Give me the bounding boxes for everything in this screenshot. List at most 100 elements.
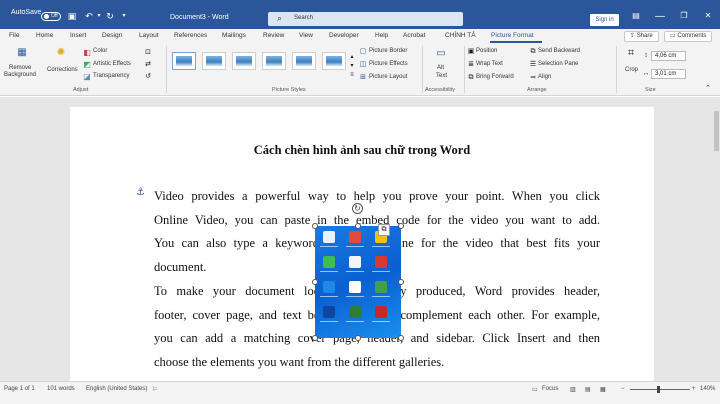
crop-button[interactable]: Crop bbox=[625, 67, 638, 73]
styles-more-icon[interactable]: ≡ bbox=[348, 69, 356, 81]
bring-forward-button[interactable]: Bring Forward bbox=[476, 74, 514, 80]
picture-style-2[interactable] bbox=[202, 52, 226, 70]
tab-picture-format[interactable]: Picture Format bbox=[491, 32, 534, 39]
position-button[interactable]: Position bbox=[476, 48, 497, 54]
desktop-icon bbox=[349, 281, 361, 293]
reset-picture-icon[interactable]: ↺ bbox=[143, 71, 153, 83]
picture-layout-button[interactable]: Picture Layout bbox=[369, 74, 407, 80]
zoom-level[interactable]: 140% bbox=[700, 386, 715, 392]
desktop-icon-label bbox=[320, 271, 338, 272]
alt-text-label-2[interactable]: Text bbox=[436, 73, 447, 79]
picture-border-button[interactable]: Picture Border bbox=[369, 48, 407, 54]
tab-layout[interactable]: Layout bbox=[139, 32, 159, 39]
transparency-button[interactable]: Transparency bbox=[93, 73, 129, 79]
height-input[interactable]: 4,06 cm bbox=[651, 51, 686, 61]
width-input[interactable]: 3,01 cm bbox=[651, 69, 686, 79]
accessibility-check-icon[interactable]: ⚐ bbox=[152, 386, 157, 393]
vertical-scrollbar[interactable] bbox=[713, 97, 720, 381]
artistic-effects-icon: ◩ bbox=[83, 60, 91, 69]
resize-handle-top-right[interactable] bbox=[398, 223, 404, 229]
align-button[interactable]: Align bbox=[538, 74, 551, 80]
zoom-slider-thumb[interactable] bbox=[657, 386, 660, 393]
share-button[interactable]: ⇪ Share bbox=[624, 31, 659, 42]
rotate-handle-icon[interactable]: ↻ bbox=[352, 203, 363, 214]
desktop-icon-label bbox=[346, 246, 364, 247]
ribbon-display-options-icon[interactable]: ▤ bbox=[629, 11, 643, 20]
tab-view[interactable]: View bbox=[299, 32, 313, 39]
redo-icon[interactable]: ↻ bbox=[104, 10, 116, 22]
resize-handle-top-left[interactable] bbox=[312, 223, 318, 229]
desktop-icon-label bbox=[346, 321, 364, 322]
paragraph-line[interactable]: choose the elements you want from the di… bbox=[154, 351, 600, 375]
autosave-toggle[interactable]: Off bbox=[41, 12, 61, 21]
anchor-icon: ⚓ bbox=[136, 187, 145, 198]
tab-developer[interactable]: Developer bbox=[329, 32, 359, 39]
layout-options-icon[interactable]: ⧉ bbox=[378, 224, 390, 236]
close-button[interactable]: ✕ bbox=[701, 11, 715, 20]
picture-effects-button[interactable]: Picture Effects bbox=[369, 61, 408, 67]
resize-handle-bottom[interactable] bbox=[355, 335, 361, 341]
selected-picture[interactable] bbox=[315, 226, 401, 338]
tab-acrobat[interactable]: Acrobat bbox=[403, 32, 425, 39]
web-layout-icon[interactable]: ▦ bbox=[600, 386, 606, 393]
title-bar: AutoSave Off ▣ ↶ ▾ ↻ ▾ Document3 - Word … bbox=[0, 0, 720, 29]
tab-mailings[interactable]: Mailings bbox=[222, 32, 246, 39]
document-heading[interactable]: Cách chèn hình ảnh sau chữ trong Word bbox=[70, 143, 654, 158]
word-count[interactable]: 101 words bbox=[47, 386, 75, 392]
resize-handle-bottom-right[interactable] bbox=[398, 335, 404, 341]
wrap-text-button[interactable]: Wrap Text bbox=[476, 61, 503, 67]
compress-pictures-icon[interactable]: ⊡ bbox=[143, 47, 153, 59]
sign-in-button[interactable]: Sign in bbox=[590, 14, 619, 26]
resize-handle-left[interactable] bbox=[312, 279, 318, 285]
selection-pane-button[interactable]: Selection Pane bbox=[538, 61, 578, 67]
tab-file[interactable]: File bbox=[9, 32, 19, 39]
collapse-ribbon-icon[interactable]: ⌃ bbox=[704, 83, 712, 95]
picture-style-3[interactable] bbox=[232, 52, 256, 70]
alt-text-label-1[interactable]: Alt bbox=[437, 65, 444, 71]
artistic-effects-button[interactable]: Artistic Effects bbox=[93, 61, 131, 67]
color-icon: ◧ bbox=[83, 48, 91, 57]
picture-style-5[interactable] bbox=[292, 52, 316, 70]
picture-style-4[interactable] bbox=[262, 52, 286, 70]
desktop-icon bbox=[375, 306, 387, 318]
tab-design[interactable]: Design bbox=[102, 32, 122, 39]
tab-chinh-ta[interactable]: CHÍNH TẢ bbox=[445, 32, 476, 39]
tab-insert[interactable]: Insert bbox=[70, 32, 86, 39]
save-icon[interactable]: ▣ bbox=[66, 10, 78, 22]
ribbon-tab-bar: File Home Insert Design Layout Reference… bbox=[0, 29, 720, 43]
remove-background-label-2[interactable]: Background bbox=[4, 72, 36, 78]
corrections-button[interactable]: Corrections bbox=[47, 67, 78, 73]
restore-button[interactable]: ❐ bbox=[677, 11, 691, 20]
zoom-slider[interactable] bbox=[630, 389, 690, 390]
search-box[interactable]: ⌕ Search bbox=[268, 12, 463, 26]
page-count[interactable]: Page 1 of 1 bbox=[4, 386, 35, 392]
corrections-icon: ✺ bbox=[56, 47, 66, 58]
color-button[interactable]: Color bbox=[93, 48, 107, 54]
language-status[interactable]: English (United States) bbox=[86, 386, 147, 392]
desktop-icon bbox=[323, 231, 335, 243]
send-backward-button[interactable]: Send Backward bbox=[538, 48, 580, 54]
focus-icon[interactable]: ▭ bbox=[532, 386, 538, 393]
paragraph-line[interactable]: Video provides a powerful way to help yo… bbox=[154, 185, 600, 209]
resize-handle-top[interactable] bbox=[355, 223, 361, 229]
picture-style-6[interactable] bbox=[322, 52, 346, 70]
desktop-icon bbox=[323, 306, 335, 318]
print-layout-icon[interactable]: ▤ bbox=[585, 386, 591, 393]
resize-handle-right[interactable] bbox=[398, 279, 404, 285]
tab-home[interactable]: Home bbox=[36, 32, 53, 39]
change-picture-icon[interactable]: ⇄ bbox=[143, 59, 153, 71]
scrollbar-thumb[interactable] bbox=[714, 111, 719, 151]
tab-review[interactable]: Review bbox=[263, 32, 284, 39]
customize-qat-icon[interactable]: ▾ bbox=[118, 10, 130, 22]
tab-help[interactable]: Help bbox=[375, 32, 388, 39]
picture-style-1[interactable] bbox=[172, 52, 196, 70]
read-mode-icon[interactable]: ▥ bbox=[570, 386, 576, 393]
minimize-button[interactable]: — bbox=[653, 11, 667, 22]
focus-button[interactable]: Focus bbox=[542, 386, 558, 392]
resize-handle-bottom-left[interactable] bbox=[312, 335, 318, 341]
zoom-in-icon[interactable]: + bbox=[692, 386, 696, 392]
comments-button[interactable]: ▭ Comments bbox=[664, 31, 713, 42]
remove-background-label-1[interactable]: Remove bbox=[9, 65, 31, 71]
zoom-out-icon[interactable]: − bbox=[621, 386, 625, 392]
tab-references[interactable]: References bbox=[174, 32, 207, 39]
